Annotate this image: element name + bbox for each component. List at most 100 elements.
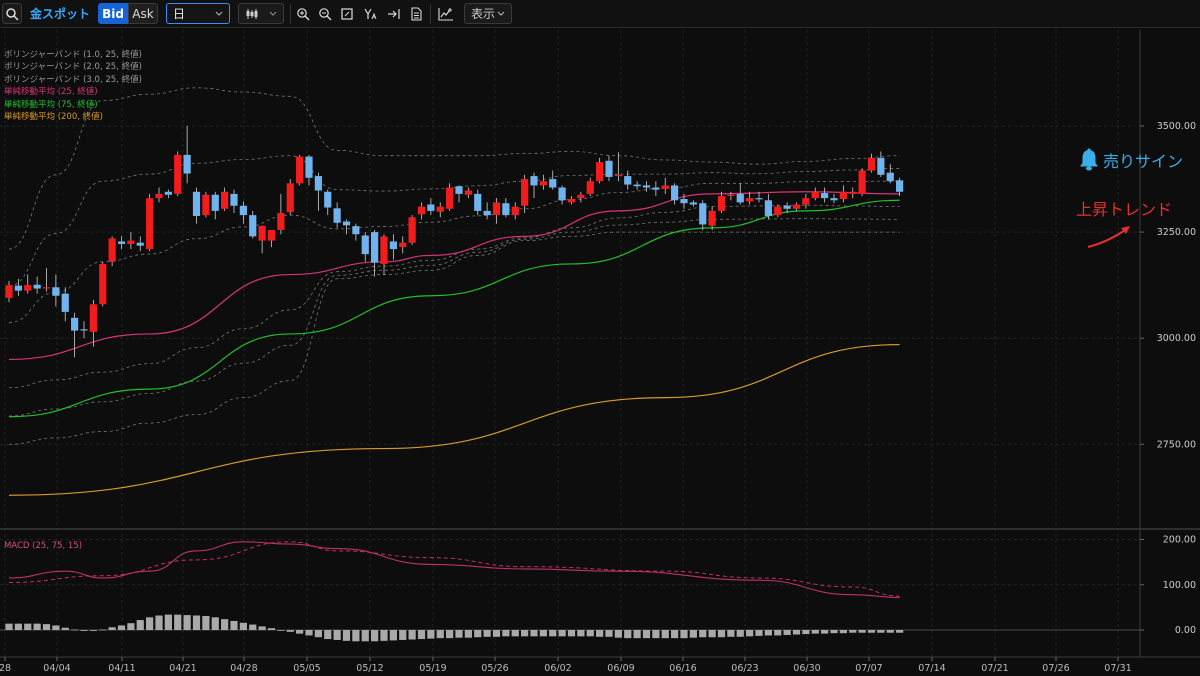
x-tick-label: 05/26 xyxy=(481,663,508,674)
candle-body xyxy=(830,198,838,201)
candle-body xyxy=(333,208,341,223)
macd-histogram-bar xyxy=(380,630,388,641)
macd-histogram-bar xyxy=(614,630,622,638)
candle-body xyxy=(886,172,894,182)
candle-body xyxy=(146,198,154,250)
macd-histogram-bar xyxy=(764,630,772,636)
macd-histogram-bar xyxy=(661,630,669,639)
macd-histogram-bar xyxy=(61,627,69,630)
candle-body xyxy=(661,185,669,189)
macd-histogram-bar xyxy=(155,615,163,630)
x-tick-label: 05/19 xyxy=(419,663,446,674)
candle-body xyxy=(239,205,247,216)
candle-body xyxy=(427,204,435,211)
candle-body xyxy=(671,185,679,201)
x-tick-label: 04/21 xyxy=(169,663,196,674)
macd-histogram-bar xyxy=(80,630,88,631)
macd-histogram-bar xyxy=(549,630,557,637)
macd-label: MACD (25, 75, 15) xyxy=(4,541,83,551)
candle-body xyxy=(586,181,594,194)
macd-histogram-bar xyxy=(14,623,22,630)
candle-body xyxy=(286,183,294,213)
candle-body xyxy=(436,206,444,212)
macd-histogram-bar xyxy=(314,630,322,638)
sma-75-line xyxy=(8,199,900,418)
macd-histogram-bar xyxy=(202,615,210,630)
macd-histogram-bar xyxy=(755,630,763,636)
candle-body xyxy=(230,193,238,206)
candle-body xyxy=(708,210,716,226)
candle-body xyxy=(61,293,69,312)
macd-tick-label: 100.00 xyxy=(1163,580,1196,591)
candle-body xyxy=(877,157,885,175)
legend-bollinger-2[interactable]: ボリンジャーバンド (2.0, 25, 終値) xyxy=(4,61,142,73)
macd-histogram-bar xyxy=(521,630,529,637)
macd-histogram-bar xyxy=(708,630,716,638)
candle-body xyxy=(446,187,454,209)
macd-histogram-bar xyxy=(530,630,538,637)
macd-histogram-bar xyxy=(136,620,144,630)
candle-body xyxy=(596,162,604,182)
candle-body xyxy=(699,203,707,225)
candle-body xyxy=(24,285,32,291)
x-tick-label: 06/23 xyxy=(731,663,758,674)
macd-histogram-bar xyxy=(324,630,332,640)
candle-body xyxy=(42,287,51,289)
candle-body xyxy=(642,185,651,188)
x-tick-label: 07/07 xyxy=(855,663,882,674)
candle-body xyxy=(464,190,472,195)
candle-body xyxy=(80,329,88,331)
candle-body xyxy=(689,202,697,205)
macd-histogram-bar xyxy=(539,630,547,637)
candle-body xyxy=(680,198,688,204)
macd-histogram-bar xyxy=(455,630,463,638)
candle-body xyxy=(774,206,782,216)
candle-body xyxy=(361,235,369,255)
macd-histogram-bar xyxy=(361,630,369,642)
macd-histogram-bar xyxy=(446,630,454,639)
macd-histogram-bar xyxy=(802,630,810,635)
price-chart[interactable]: 28 04/04 04/11 04/21 04/28 05/05 05/12 05/19 05/… xyxy=(0,0,1200,676)
macd-histogram-bar xyxy=(211,617,219,630)
candle-body xyxy=(296,156,304,184)
candle-body xyxy=(633,184,641,187)
x-tick-label: 04/28 xyxy=(230,663,257,674)
x-tick-label: 06/30 xyxy=(793,663,820,674)
candle-body xyxy=(14,285,22,291)
x-tick-label: 05/12 xyxy=(356,663,383,674)
legend-sma-200[interactable]: 単純移動平均 (200, 終値) xyxy=(4,111,142,123)
bollinger-lower-1 xyxy=(8,204,900,389)
macd-histogram-bar xyxy=(792,630,801,635)
candle-body xyxy=(52,287,60,296)
macd-histogram-bar xyxy=(717,630,726,638)
legend-bollinger-1[interactable]: ボリンジャーバンド (1.0, 25, 終値) xyxy=(4,49,142,61)
legend-sma-25[interactable]: 単純移動平均 (25, 終値) xyxy=(4,86,142,98)
x-tick-label: 06/16 xyxy=(669,663,696,674)
macd-histogram-bar xyxy=(464,630,472,638)
legend-sma-75[interactable]: 単純移動平均 (75, 終値) xyxy=(4,99,142,111)
candle-body xyxy=(502,203,510,216)
macd-histogram-bar xyxy=(24,623,32,630)
candle-body xyxy=(727,194,735,197)
macd-histogram-bar xyxy=(117,625,126,630)
macd-histogram-bar xyxy=(858,630,866,633)
sell-sign-text: 売りサイン xyxy=(1103,152,1184,171)
macd-histogram-bar xyxy=(71,629,79,631)
macd-histogram-bar xyxy=(577,630,585,637)
macd-histogram-bar xyxy=(296,630,304,634)
macd-histogram-bar xyxy=(417,630,426,640)
macd-histogram-bar xyxy=(221,619,229,630)
candle-body xyxy=(549,179,557,188)
macd-histogram-bar xyxy=(502,630,510,637)
macd-histogram-bar xyxy=(821,630,829,634)
macd-histogram-bar xyxy=(192,615,201,630)
legend-bollinger-3[interactable]: ボリンジャーバンド (3.0, 25, 終値) xyxy=(4,74,142,86)
macd-histogram-bar xyxy=(164,614,172,630)
candle-body xyxy=(539,181,547,186)
macd-histogram-bar xyxy=(671,630,679,639)
macd-histogram-bar xyxy=(408,630,416,640)
macd-histogram-bar xyxy=(267,628,276,630)
macd-histogram-bar xyxy=(389,630,397,641)
candle-body xyxy=(183,154,191,174)
candle-body xyxy=(380,236,388,264)
